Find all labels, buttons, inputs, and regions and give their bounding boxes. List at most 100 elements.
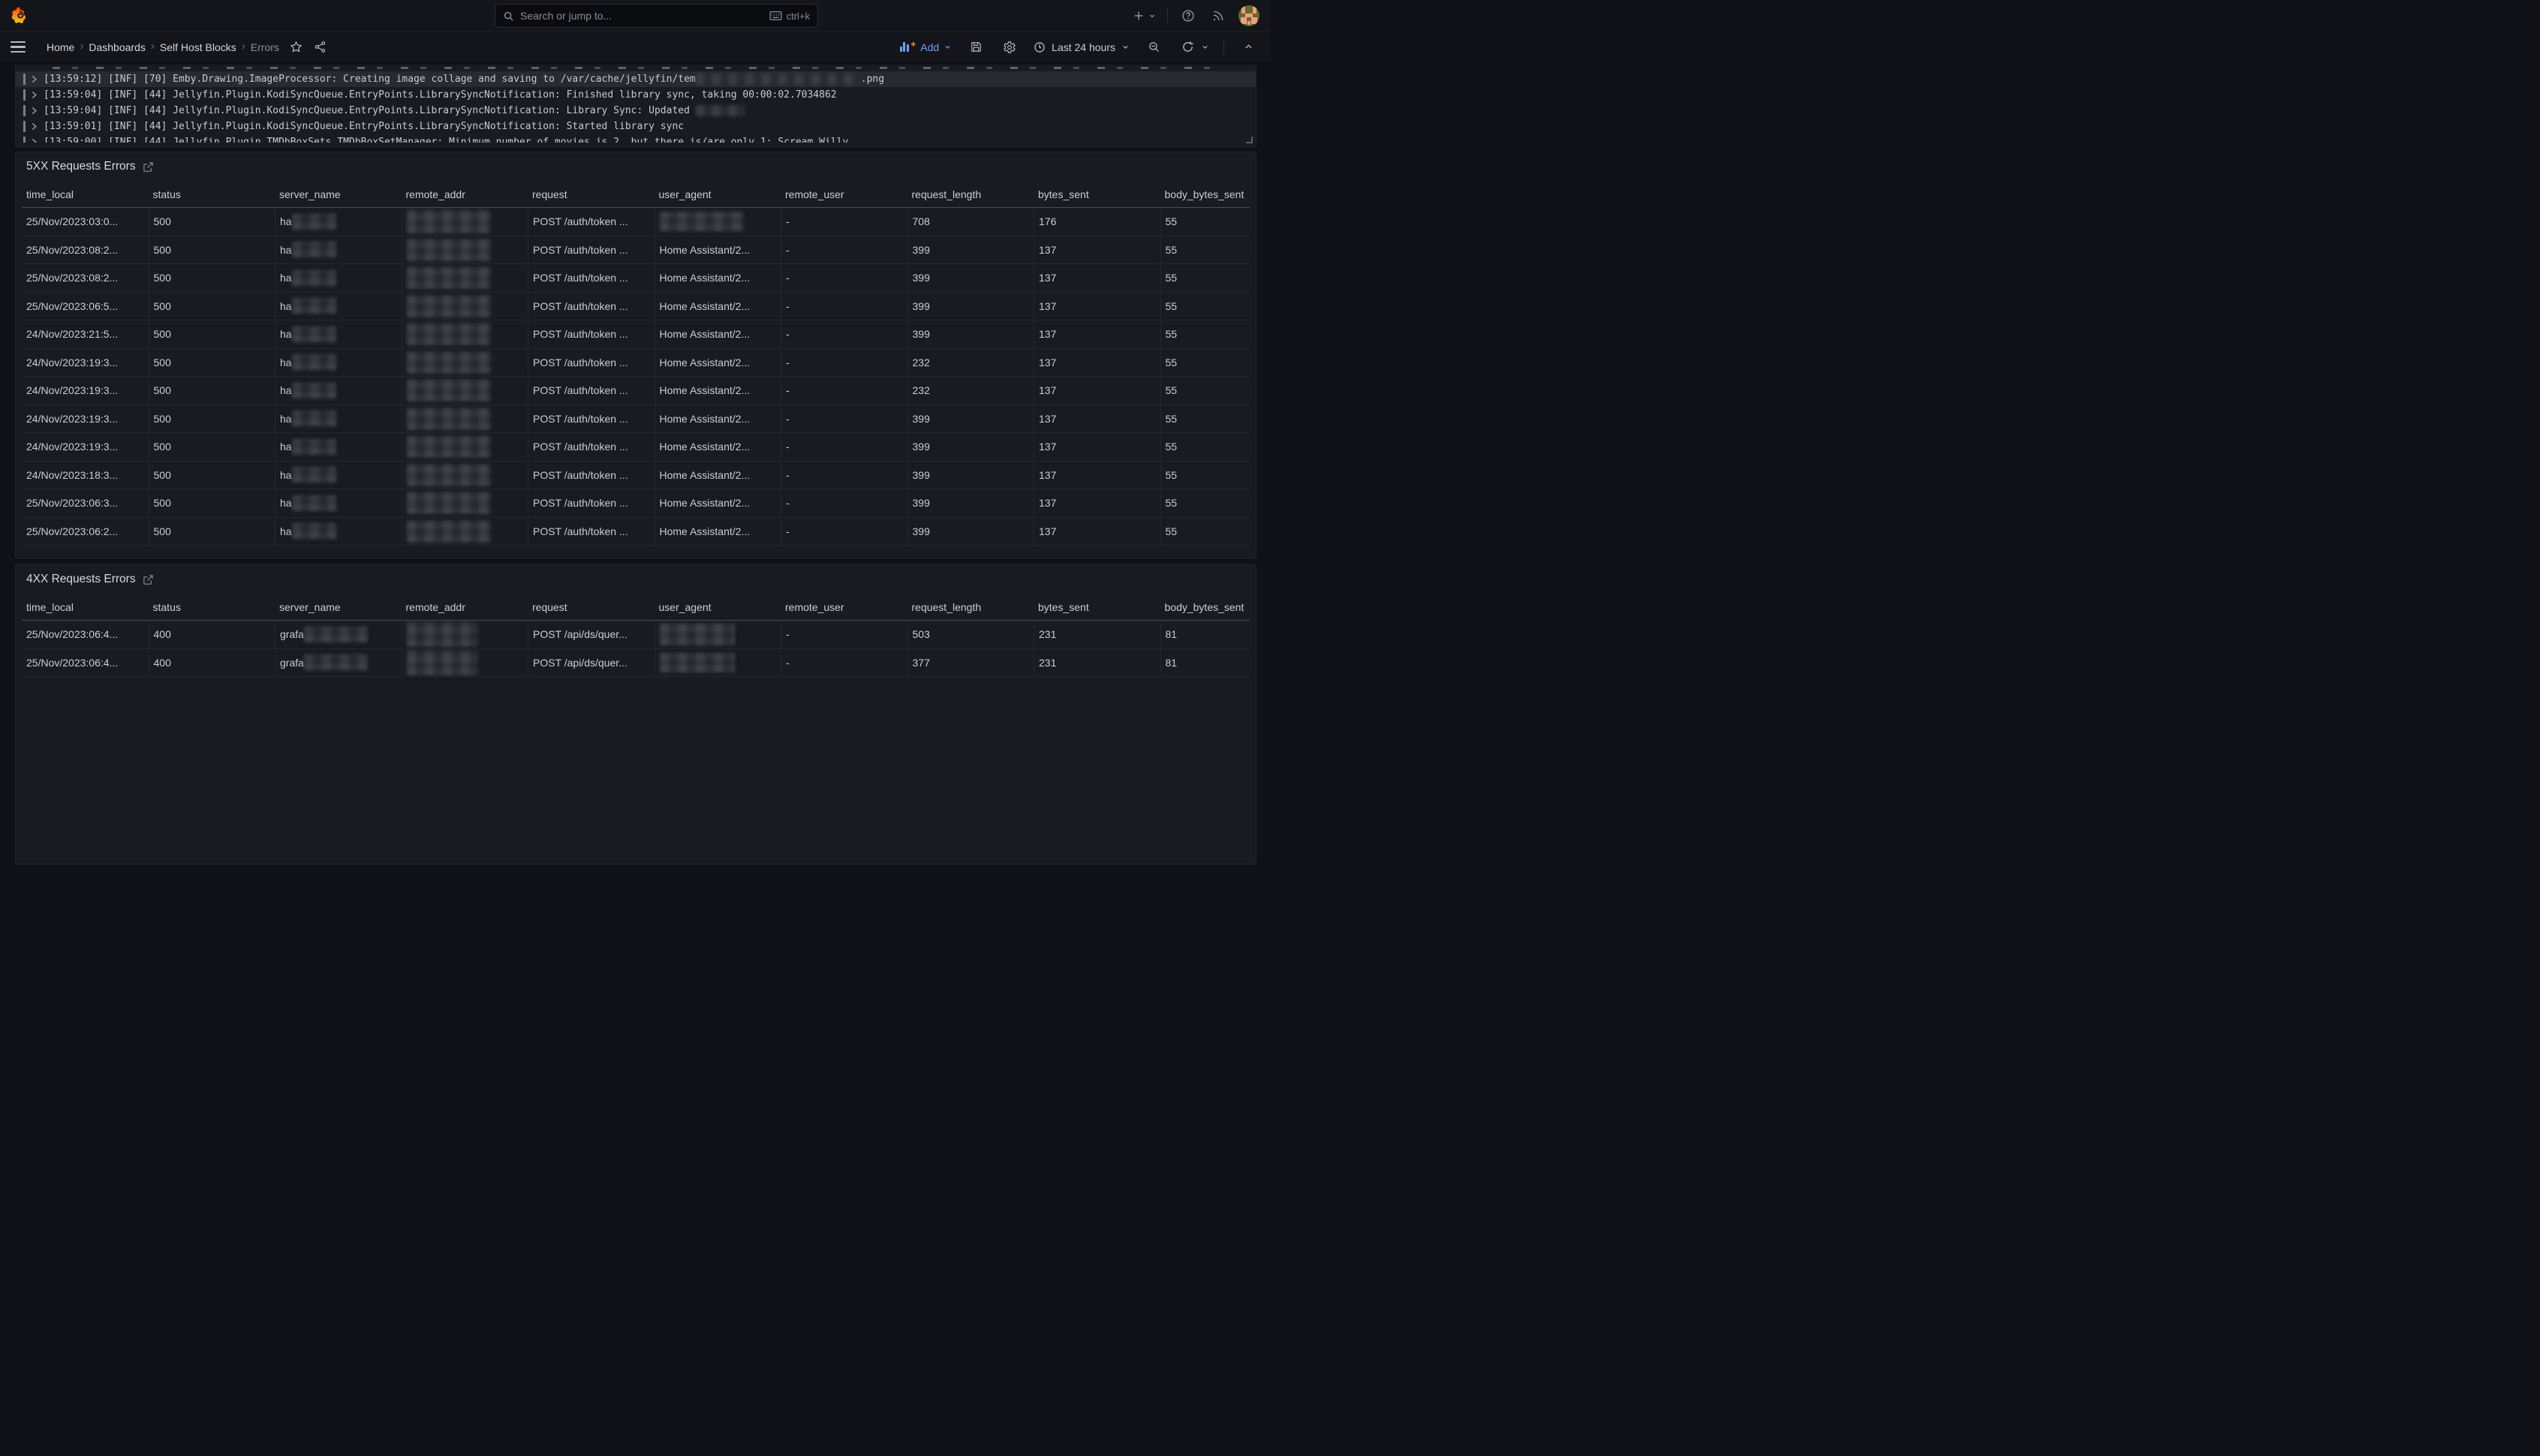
menu-toggle-button[interactable] [11,38,30,57]
cell-body_bytes_sent: 55 [1160,236,1250,264]
cell-status: 500 [149,377,275,405]
chevron-down-icon[interactable] [1201,43,1209,51]
cell-request: POST /auth/token ... [528,405,655,433]
share-dashboard-button[interactable] [311,38,330,57]
column-header-remote_user[interactable]: remote_user [781,188,907,205]
cell-status: 500 [149,320,275,348]
column-header-user_agent[interactable]: user_agent [655,601,781,618]
column-header-server_name[interactable]: server_name [275,601,402,618]
column-header-body_bytes_sent[interactable]: body_bytes_sent [1160,601,1250,618]
cell-time_local: 25/Nov/2023:06:4... [22,621,149,648]
cell-remote_addr [402,293,528,320]
panel-resize-handle[interactable] [1246,137,1253,143]
cell-body_bytes_sent: 55 [1160,208,1250,236]
column-header-status[interactable]: status [149,188,275,205]
column-header-remote_user[interactable]: remote_user [781,601,907,618]
breadcrumb-item[interactable]: Self Host Blocks [160,41,236,53]
breadcrumb-item[interactable]: Dashboards [89,41,146,53]
breadcrumb-separator-icon: › [80,41,83,52]
cell-status: 500 [149,518,275,546]
column-header-request_length[interactable]: request_length [907,188,1034,205]
redacted-value [292,523,336,539]
save-dashboard-button[interactable] [966,38,986,57]
cell-server_name: ha [275,433,402,461]
cell-user_agent: Home Assistant/2... [655,489,781,517]
add-panel-button[interactable]: + Add [900,41,952,53]
expand-chevron-icon[interactable] [31,122,38,131]
expand-chevron-icon[interactable] [31,107,38,115]
user-avatar[interactable] [1238,5,1259,26]
refresh-button[interactable] [1178,38,1197,57]
column-header-time_local[interactable]: time_local [22,188,149,205]
panel-title[interactable]: 4XX Requests Errors [26,573,136,586]
cell-request_length: 399 [907,489,1034,517]
refresh-controls [1178,38,1209,57]
redacted-value [407,379,491,402]
cell-body_bytes_sent: 55 [1160,433,1250,461]
table-row: 24/Nov/2023:19:3...500haPOST /auth/token… [22,433,1250,462]
column-header-user_agent[interactable]: user_agent [655,188,781,205]
expand-chevron-icon[interactable] [31,138,38,143]
cell-body_bytes_sent: 81 [1160,621,1250,648]
log-row[interactable]: [13:59:04] [INF] [44] Jellyfin.Plugin.Ko… [16,87,1256,103]
star-dashboard-button[interactable] [287,38,306,57]
expand-chevron-icon[interactable] [31,91,38,99]
log-row[interactable]: [13:59:12] [INF] [70] Emby.Drawing.Image… [16,71,1256,87]
cell-remote_user: - [781,405,907,433]
cell-request: POST /auth/token ... [528,377,655,405]
cell-remote_addr [402,377,528,405]
cell-server_name: ha [275,377,402,405]
new-menu-button[interactable] [1133,10,1157,22]
zoom-out-time-button[interactable] [1144,38,1163,57]
column-header-request[interactable]: request [528,601,655,618]
cell-time_local: 25/Nov/2023:06:4... [22,649,149,677]
breadcrumb-item[interactable]: Home [47,41,74,53]
collapse-toolbar-button[interactable] [1238,38,1258,57]
grafana-logo-icon[interactable] [11,7,28,25]
panel-title[interactable]: 5XX Requests Errors [26,160,136,173]
column-header-time_local[interactable]: time_local [22,601,149,618]
log-row[interactable]: [13:59:01] [INF] [44] Jellyfin.Plugin.Ko… [16,119,1256,134]
column-header-bytes_sent[interactable]: bytes_sent [1034,188,1160,205]
redacted-value [407,266,491,289]
external-link-icon[interactable] [143,161,154,173]
redacted-value [292,326,336,342]
cell-user_agent: Home Assistant/2... [655,349,781,377]
cell-request_length: 503 [907,621,1034,648]
dashboard-settings-button[interactable] [1000,38,1019,57]
column-header-server_name[interactable]: server_name [275,188,402,205]
cell-remote_user: - [781,320,907,348]
cell-text: grafa [280,628,304,640]
column-header-status[interactable]: status [149,601,275,618]
time-range-label: Last 24 hours [1052,41,1115,53]
cell-request_length: 399 [907,264,1034,292]
cell-text: ha [280,215,292,227]
cell-body_bytes_sent: 55 [1160,518,1250,546]
cell-remote_user: - [781,433,907,461]
column-header-remote_addr[interactable]: remote_addr [402,188,528,205]
column-header-request[interactable]: request [528,188,655,205]
help-button[interactable] [1178,6,1198,26]
cell-request_length: 399 [907,518,1034,546]
time-range-picker[interactable]: Last 24 hours [1034,41,1130,53]
redacted-value [407,492,491,514]
external-link-icon[interactable] [143,574,154,585]
expand-chevron-icon[interactable] [31,75,38,83]
log-row[interactable]: [13:59:00] [INF] [44] Jellyfin.Plugin.TM… [16,134,1256,143]
column-header-request_length[interactable]: request_length [907,601,1034,618]
column-header-body_bytes_sent[interactable]: body_bytes_sent [1160,188,1250,205]
redacted-value [407,621,478,647]
cell-remote_addr [402,349,528,377]
cell-bytes_sent: 137 [1034,377,1160,405]
cell-time_local: 25/Nov/2023:03:0... [22,208,149,236]
column-header-remote_addr[interactable]: remote_addr [402,601,528,618]
cell-request: POST /auth/token ... [528,518,655,546]
cell-body_bytes_sent: 55 [1160,377,1250,405]
news-rss-button[interactable] [1208,6,1228,26]
cell-user_agent [655,621,781,648]
log-row[interactable]: [13:59:04] [INF] [44] Jellyfin.Plugin.Ko… [16,103,1256,119]
column-header-bytes_sent[interactable]: bytes_sent [1034,601,1160,618]
cell-server_name: grafa [275,621,402,648]
search-input[interactable] [520,10,763,22]
cell-remote_addr [402,489,528,517]
